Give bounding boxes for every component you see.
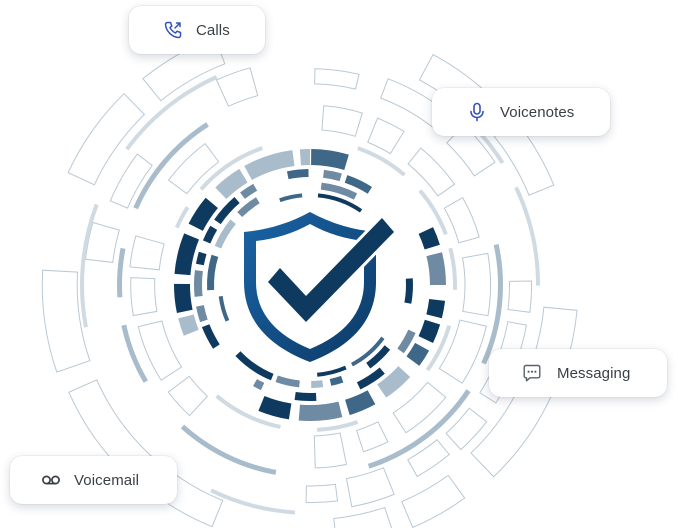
ring-segment: [401, 474, 466, 528]
ring-segment: [167, 375, 209, 417]
ring-segment: [109, 153, 153, 209]
ring-segment: [407, 147, 456, 197]
ring-segment: [357, 146, 406, 177]
ring-segment: [188, 197, 218, 231]
ring-segment: [79, 203, 99, 328]
ring-segment: [345, 390, 376, 416]
ring-segment: [286, 169, 309, 180]
ring-segment: [298, 401, 343, 422]
ring-segment: [294, 392, 317, 402]
ring-segment: [244, 150, 295, 180]
ring-segment: [215, 67, 259, 107]
ring-segment: [404, 278, 413, 304]
ring-segment: [448, 247, 457, 290]
ring-segment: [237, 197, 260, 218]
microphone-icon: [470, 102, 484, 122]
ring-segment: [333, 506, 393, 528]
ring-segment: [305, 483, 339, 504]
ring-segment: [180, 424, 277, 475]
ring-segment: [174, 206, 190, 229]
ring-segment: [258, 396, 292, 420]
ring-segment: [194, 270, 203, 297]
ring-segment: [418, 227, 440, 250]
ring-segment: [311, 149, 349, 170]
voicenotes-label: Voicenotes: [500, 103, 575, 121]
ring-segment: [406, 342, 430, 366]
chat-bubble-icon: [523, 364, 541, 382]
phone-call-icon: [164, 21, 182, 39]
ring-segment: [202, 225, 218, 244]
ring-segment: [196, 305, 208, 323]
ring-segment: [195, 251, 207, 266]
messaging-label: Messaging: [557, 364, 631, 382]
ring-segment: [214, 196, 240, 225]
voicemail-label: Voicemail: [74, 471, 140, 489]
messaging-chip[interactable]: Messaging: [489, 349, 667, 397]
voicemail-chip[interactable]: Voicemail: [10, 456, 177, 504]
ring-segment: [313, 432, 348, 469]
ring-segment: [317, 365, 347, 377]
ring-segment: [174, 233, 199, 276]
ring-segment: [443, 196, 480, 244]
voicemail-icon: [42, 475, 60, 485]
ring-segment: [367, 117, 405, 155]
ring-segment: [311, 380, 324, 388]
ring-segment: [235, 351, 274, 381]
ring-segment: [321, 105, 363, 137]
calls-label: Calls: [196, 21, 230, 39]
ring-segment: [178, 314, 199, 336]
ring-segment: [173, 283, 193, 314]
ring-segment: [356, 421, 389, 453]
ring-segment: [207, 254, 219, 291]
shield-check-icon: [244, 212, 397, 362]
ring-segment: [418, 319, 441, 343]
ring-segment: [329, 375, 344, 386]
ring-segment: [275, 375, 300, 388]
ring-segment: [129, 235, 165, 271]
calls-chip[interactable]: Calls: [129, 6, 265, 54]
ring-segment: [117, 247, 126, 298]
ring-segment: [130, 277, 158, 317]
ring-segment: [507, 280, 533, 313]
security-ring-illustration: [41, 36, 578, 528]
ring-segment: [201, 324, 220, 349]
ring-segment: [279, 193, 303, 203]
ring-segment: [253, 379, 265, 391]
ring-segment: [137, 320, 183, 381]
ring-segment: [426, 252, 446, 285]
ring-segment: [426, 299, 446, 319]
voicenotes-chip[interactable]: Voicenotes: [432, 88, 610, 136]
ring-segment: [345, 467, 395, 508]
ring-segment: [218, 295, 230, 322]
ring-segment: [317, 420, 359, 432]
ring-segment: [210, 488, 296, 515]
ring-segment: [514, 186, 540, 286]
ring-segment: [299, 149, 310, 166]
ring-segment: [323, 169, 342, 182]
ring-segment: [366, 345, 391, 369]
ring-segment: [314, 68, 360, 90]
ring-segment: [240, 183, 258, 199]
ring-segment: [214, 219, 236, 249]
ring-segment: [462, 252, 492, 317]
